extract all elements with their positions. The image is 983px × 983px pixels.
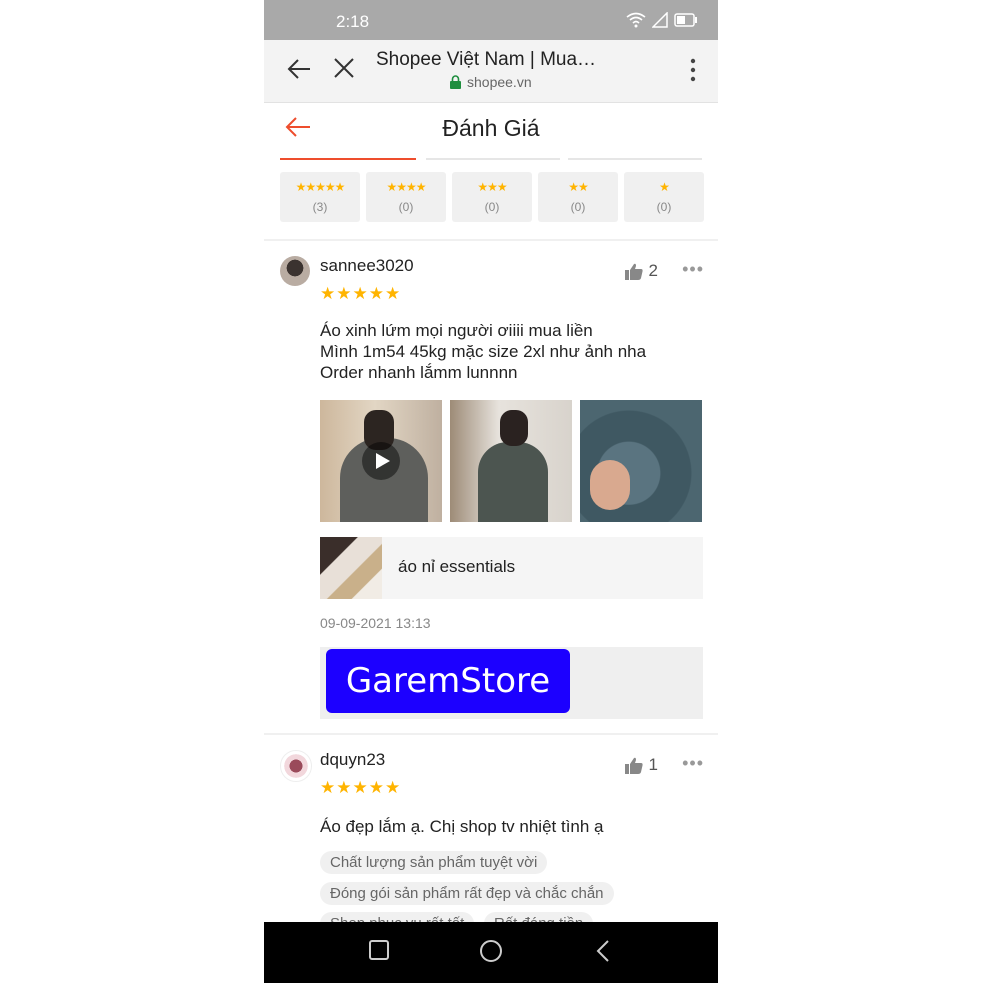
more-options-icon[interactable]: ••• [682,753,704,774]
wifi-icon [626,12,646,28]
filter-stars: ★★★ [477,180,507,194]
avatar[interactable] [280,256,310,286]
store-badge: GaremStore [326,649,570,713]
filter-count: (0) [398,200,414,214]
review-tag: Đóng gói sản phẩm rất đẹp và chắc chắn [320,882,614,905]
status-bar: 2:18 [264,0,718,40]
filter-count: (3) [312,200,328,214]
filter-stars: ★★★★★ [295,180,346,194]
review-tag: Chất lượng sản phẩm tuyệt vời [320,851,548,874]
review-media [320,400,702,522]
filter-count: (0) [484,200,500,214]
tab-indicator[interactable] [568,150,702,160]
like-button[interactable]: 1 [624,755,658,775]
review-username[interactable]: sannee3020 [320,256,414,276]
filter-count: (0) [656,200,672,214]
page-title: Đánh Giá [442,115,540,141]
play-icon[interactable] [362,442,400,480]
review-rating: ★★★★★ [320,778,402,797]
star-filter-row: ★★★★★ (3) ★★★★ (0) ★★★ (0) ★★ (0) ★ (0) [280,172,704,222]
filter-3-stars[interactable]: ★★★ (0) [452,172,532,222]
review-video-thumbnail[interactable] [320,400,442,522]
filter-stars: ★★ [568,180,589,194]
filter-1-star[interactable]: ★ (0) [624,172,704,222]
filter-count: (0) [570,200,586,214]
signal-icon [652,12,668,28]
more-vert-icon[interactable] [690,58,696,82]
page-header: Đánh Giá [264,103,718,153]
product-name: áo nỉ essentials [398,557,516,576]
phone-screen: 2:18 Shopee Việt Nam | Mua… shopee.vn Đá… [264,0,718,983]
recent-apps-icon[interactable] [368,939,390,961]
divider [264,733,718,735]
filter-2-stars[interactable]: ★★ (0) [538,172,618,222]
nav-back-icon[interactable] [595,939,611,963]
avatar[interactable] [280,750,312,782]
product-thumbnail [320,537,382,599]
tab-indicator-active[interactable] [280,150,416,160]
filter-5-stars[interactable]: ★★★★★ (3) [280,172,360,222]
filter-4-stars[interactable]: ★★★★ (0) [366,172,446,222]
android-nav-bar [264,922,718,983]
more-options-icon[interactable]: ••• [682,259,704,280]
review-text: Áo xinh lứm mọi người ơiiii mua liền Mìn… [320,321,647,382]
review-username[interactable]: dquyn23 [320,750,385,770]
filter-stars: ★★★★ [386,180,426,194]
review-photo[interactable] [580,400,702,522]
seller-response: GaremStore [320,647,703,719]
lock-icon [450,75,461,89]
like-button[interactable]: 2 [624,261,658,281]
like-count: 1 [648,755,658,774]
review-date: 09-09-2021 13:13 [320,615,431,631]
close-icon[interactable] [332,56,356,80]
url-text: shopee.vn [467,74,532,90]
divider [264,239,718,241]
thumbs-up-icon [624,263,643,280]
thumbs-up-icon [624,757,643,774]
filter-stars: ★ [659,180,670,194]
home-icon[interactable] [479,939,503,963]
status-icons [626,12,698,28]
review-text: Áo đẹp lắm ạ. Chị shop tv nhiệt tình ạ [320,817,604,836]
browser-toolbar: Shopee Việt Nam | Mua… shopee.vn [264,40,718,103]
browser-back-icon[interactable] [286,56,312,82]
tab-indicator[interactable] [426,150,560,160]
review-photo[interactable] [450,400,572,522]
like-count: 2 [648,261,658,280]
product-strip[interactable]: áo nỉ essentials [320,537,703,599]
review-rating: ★★★★★ [320,284,402,303]
status-time: 2:18 [336,12,370,31]
browser-url: shopee.vn [450,74,532,90]
battery-icon [674,13,697,27]
browser-page-title: Shopee Việt Nam | Mua… [376,49,597,70]
